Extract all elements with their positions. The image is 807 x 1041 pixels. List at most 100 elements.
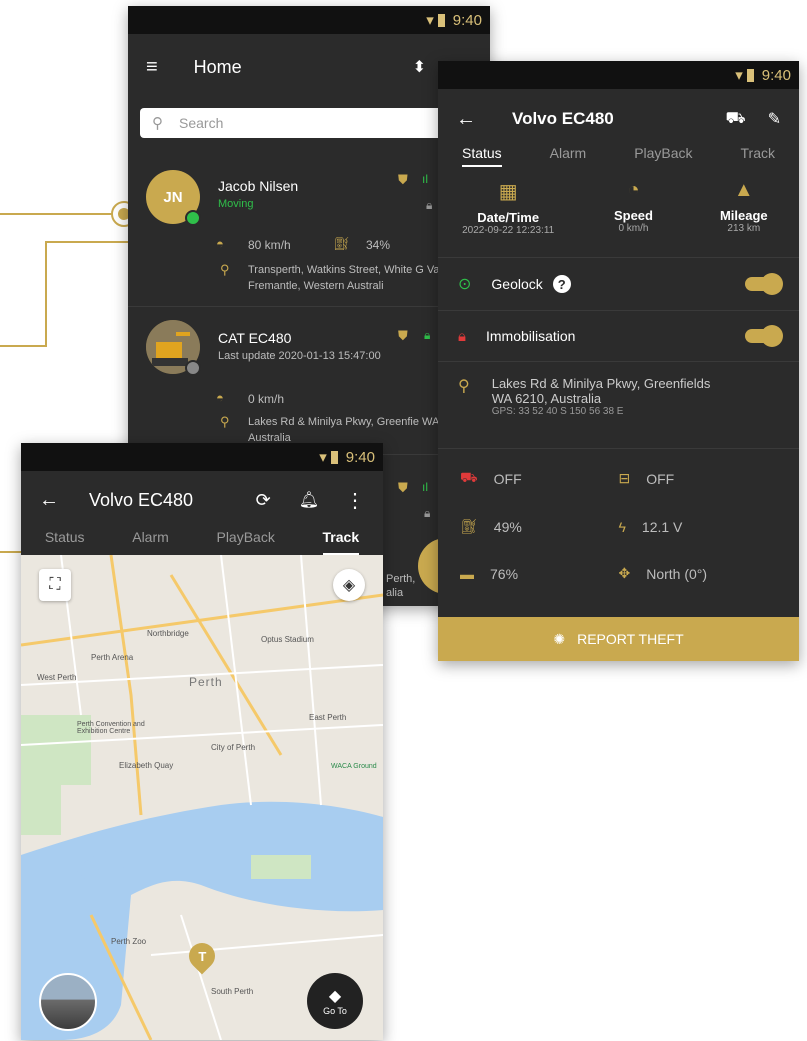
page-title: Home	[193, 56, 242, 77]
summary-speed: ◔ Speed 0 km/h	[593, 179, 673, 257]
battery-icon	[437, 13, 445, 27]
status-bar: ▾ 9:40	[21, 443, 383, 471]
tab-alarm[interactable]: Alarm	[550, 145, 587, 167]
list-item[interactable]: JN Jacob Nilsen Moving ⛊ ıl 🔒︎ ◓ 80 km/h…	[128, 158, 490, 304]
signal-icon: ıl	[422, 480, 428, 494]
map-label: Perth Zoo	[111, 937, 147, 946]
report-theft-label: REPORT THEFT	[577, 631, 684, 647]
stat-value: OFF	[493, 470, 522, 487]
vehicle-speed: 80 km/h	[248, 238, 291, 252]
stat-value: OFF	[646, 470, 675, 487]
tab-track[interactable]: Track	[741, 145, 775, 167]
edit-icon[interactable]: ✎	[768, 109, 781, 129]
vehicle-fuel: 34%	[366, 238, 391, 252]
search-input[interactable]: ⚲ Search	[140, 108, 480, 138]
track-app-bar: ← Volvo EC480 ⟳ 🔔︎ ⋮	[21, 471, 383, 529]
battery-icon: ▬	[460, 565, 474, 582]
detail-tabs: Status Alarm PlayBack Track	[438, 145, 799, 167]
voltage-stat: ϟ 12.1 V	[619, 518, 778, 535]
back-arrow-icon[interactable]: ←	[39, 489, 59, 512]
summary-label: Date/Time	[477, 210, 540, 225]
map-label: City of Perth	[211, 743, 256, 752]
padlock-icon: 🔒︎	[458, 327, 466, 345]
alarm-light-icon: ✺	[553, 630, 566, 647]
summary-label: Speed	[613, 208, 653, 223]
street-view-thumbnail[interactable]	[39, 973, 97, 1031]
map-label: East Perth	[309, 713, 347, 722]
vehicle-status: Moving	[218, 198, 254, 210]
add-device-icon[interactable]: ⛟	[725, 109, 745, 129]
shield-icon: ⛊	[398, 480, 408, 495]
geolock-toggle[interactable]	[745, 273, 783, 295]
map-label: Perth Convention and Exhibition Centre	[77, 721, 145, 735]
battery-stat: ▬ 76%	[460, 565, 619, 582]
report-theft-button[interactable]: ✺ REPORT THEFT	[438, 617, 799, 661]
tab-status[interactable]: Status	[461, 145, 502, 167]
sort-icon[interactable]: ⬍	[413, 57, 426, 77]
location-pin-icon: ⚲	[220, 414, 230, 429]
fuel-icon: ⛽︎	[333, 236, 350, 251]
address-line: Lakes Rd & Minilya Pkwy, Greenfields	[491, 376, 711, 391]
layers-button[interactable]: ◈	[333, 569, 365, 601]
geolock-icon: ⊙	[458, 276, 472, 293]
directions-icon: ◆	[328, 988, 342, 1005]
search-placeholder: Search	[179, 115, 224, 131]
address-line: WA 6210, Australia	[491, 391, 602, 406]
location-pin-icon: ⚲	[458, 378, 470, 395]
road-icon: ▲	[733, 179, 754, 201]
switch-icon: ⊟	[618, 470, 631, 486]
map-label: Optus Stadium	[261, 635, 314, 644]
help-icon[interactable]: ?	[552, 275, 571, 293]
status-time: 9:40	[345, 448, 375, 466]
speedometer-icon: ◓	[216, 236, 224, 251]
wifi-icon: ▾	[319, 449, 327, 466]
lock-icon: 🔒︎	[424, 328, 431, 342]
tab-alarm[interactable]: Alarm	[132, 529, 169, 555]
fuel-icon: ⛽︎	[460, 518, 478, 534]
bell-icon[interactable]: 🔔︎	[299, 490, 319, 510]
immobilisation-toggle[interactable]	[745, 325, 783, 347]
refresh-icon[interactable]: ⟳	[256, 490, 271, 511]
engine-stat: ⛟ OFF	[460, 469, 619, 488]
engine-icon: ⛟	[460, 469, 478, 485]
detail-app-bar: ← Volvo EC480 ⛟ ✎	[438, 89, 799, 149]
search-icon: ⚲	[152, 115, 163, 132]
calendar-icon: ▦	[498, 181, 518, 203]
wifi-icon: ▾	[735, 67, 743, 84]
vehicle-track-screen: ▾ 9:40 ← Volvo EC480 ⟳ 🔔︎ ⋮ Status Alarm…	[21, 443, 383, 1040]
map-view[interactable]: Perth Perth Arena West Perth Northbridge…	[21, 555, 383, 1040]
stat-value: 49%	[493, 518, 522, 535]
map-label: South Perth	[211, 987, 254, 996]
list-item[interactable]: CAT EC480 Last update 2020-01-13 15:47:0…	[128, 312, 490, 452]
offline-indicator	[185, 360, 201, 376]
go-to-button[interactable]: ◆ Go To	[307, 973, 363, 1029]
location-pin-icon: ⚲	[220, 262, 230, 277]
speedometer-icon: ◓	[216, 390, 224, 405]
summary: ▦ Date/Time 2022-09-22 12:23:11 ◔ Speed …	[438, 167, 799, 257]
status-bar: ▾ 9:40	[128, 6, 490, 34]
speedometer-icon: ◔	[627, 179, 640, 201]
tab-playback[interactable]: PlayBack	[634, 145, 692, 167]
fullscreen-button[interactable]: ⛶	[39, 569, 71, 601]
stat-value: 76%	[490, 565, 519, 582]
tab-track[interactable]: Track	[322, 529, 360, 555]
summary-value: 2022-09-22 12:23:11	[462, 225, 555, 236]
battery-icon	[330, 450, 338, 464]
tab-status[interactable]: Status	[45, 529, 85, 555]
summary-mileage: ▲ Mileage 213 km	[704, 179, 784, 257]
vehicle-name: Jacob Nilsen	[218, 178, 299, 194]
summary-value: 0 km/h	[618, 223, 649, 234]
tab-playback[interactable]: PlayBack	[216, 529, 274, 555]
online-indicator	[185, 210, 201, 226]
stat-value: 12.1 V	[641, 518, 683, 535]
more-icon[interactable]: ⋮	[345, 488, 365, 513]
home-app-bar: ≡ Home ⬍	[128, 34, 490, 100]
menu-icon[interactable]: ≡	[146, 56, 158, 79]
vehicle-status: Last update 2020-01-13 15:47:00	[218, 350, 381, 362]
summary-value: 213 km	[727, 223, 761, 234]
vehicle-status-screen: ▾ 9:40 ← Volvo EC480 ⛟ ✎ Status Alarm Pl…	[438, 61, 799, 661]
wifi-icon: ▾	[426, 12, 434, 29]
back-arrow-icon[interactable]: ←	[456, 108, 476, 131]
stats-grid: ⛟ OFF ⊟ OFF ⛽︎ 49% ϟ 12.1 V ▬ 76% ✥ North (0°)	[438, 448, 799, 602]
geolock-row: ⊙ Geolock ?	[438, 257, 799, 310]
